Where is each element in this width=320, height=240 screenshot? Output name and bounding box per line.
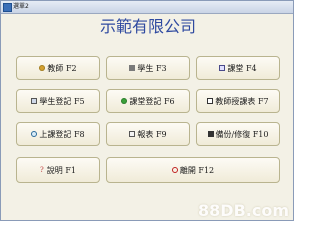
help-button[interactable]: ? 說明 F1 [16,157,100,183]
exit-button-label: 離開 F12 [179,165,215,175]
form-icon [31,98,38,104]
student-register-label: 學生登記 F5 [39,96,85,106]
student-register-button[interactable]: 學生登記 F5 [16,89,100,113]
class-attend-button[interactable]: 上課登記 F8 [16,122,100,146]
class-register-button[interactable]: 課堂登記 F6 [106,89,190,113]
class-icon [219,65,226,71]
class-register-label: 課堂登記 F6 [129,96,175,106]
student-icon [129,65,136,71]
student-button-label: 學生 F3 [137,63,167,73]
teacher-button-label: 教師 F2 [47,63,77,73]
backup-button[interactable]: 備份/修復 F10 [196,122,280,146]
attend-icon [31,131,38,137]
leaf-icon [121,98,128,104]
save-icon [207,131,214,137]
table-icon [207,98,214,104]
app-icon [3,3,12,12]
backup-button-label: 備份/修復 F10 [215,129,269,139]
teacher-button[interactable]: 教師 F2 [16,56,100,80]
main-window: 選單2 示範有限公司 教師 F2 學生 F3 課堂 F4 學生登記 F5 課堂登… [0,0,294,221]
class-button[interactable]: 課堂 F4 [196,56,280,80]
title-bar[interactable]: 選單2 [1,1,293,14]
coin-icon [39,65,46,71]
company-heading: 示範有限公司 [99,17,196,36]
exit-button[interactable]: 離開 F12 [106,157,280,183]
help-button-label: 說明 F1 [46,165,76,175]
student-button[interactable]: 學生 F3 [106,56,190,80]
watermark: 88DB.com [198,201,289,220]
stop-icon [171,167,178,173]
teaching-table-label: 教師授課表 F7 [215,96,269,106]
report-button[interactable]: 報表 F9 [106,122,190,146]
report-icon [129,131,136,137]
window-title: 選單2 [13,3,29,10]
class-attend-label: 上課登記 F8 [39,129,85,139]
report-button-label: 報表 F9 [137,129,167,139]
help-icon: ? [40,166,44,174]
class-button-label: 課堂 F4 [227,63,257,73]
teaching-table-button[interactable]: 教師授課表 F7 [196,89,280,113]
